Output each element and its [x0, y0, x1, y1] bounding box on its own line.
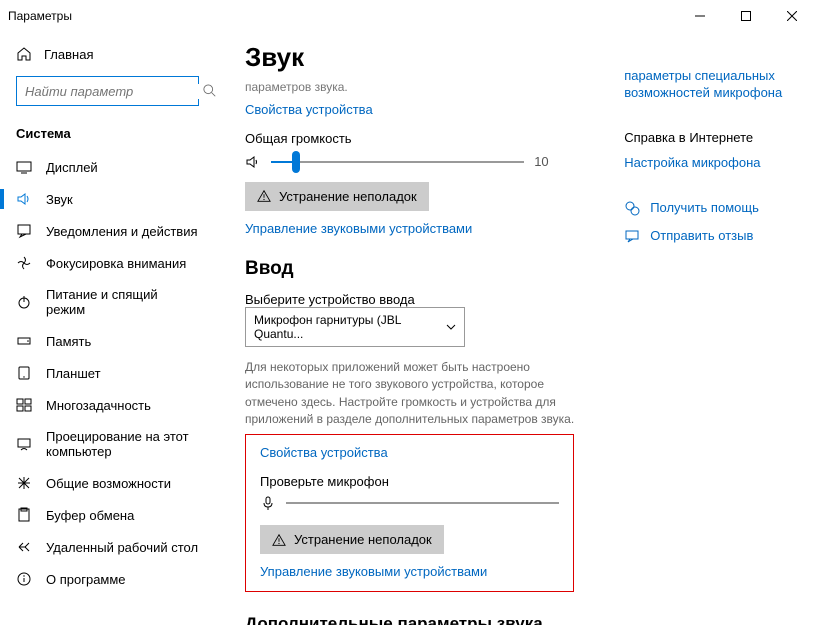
home-button[interactable]: Главная: [0, 40, 215, 68]
warning-icon: [272, 533, 286, 547]
maximize-button[interactable]: [723, 0, 769, 32]
sidebar-item-label: Проецирование на этот компьютер: [46, 429, 199, 459]
projection-icon: [16, 436, 32, 452]
main-content: Звук параметров звука. Свойства устройст…: [245, 42, 574, 605]
sidebar-item-label: Дисплей: [46, 160, 98, 175]
sidebar-item-label: Планшет: [46, 366, 101, 381]
test-mic-label: Проверьте микрофон: [260, 474, 559, 489]
sidebar-item-clipboard[interactable]: Буфер обмена: [0, 499, 215, 531]
advanced-heading: Дополнительные параметры звука: [245, 614, 574, 625]
sidebar-item-projection[interactable]: Проецирование на этот компьютер: [0, 421, 215, 467]
sidebar: Главная Система Дисплей Звук Уведомления…: [0, 32, 215, 625]
highlighted-section: Свойства устройства Проверьте микрофон У…: [245, 434, 574, 592]
help-icon: [624, 200, 640, 216]
sidebar-item-display[interactable]: Дисплей: [0, 151, 215, 183]
chevron-down-icon: [446, 322, 456, 332]
about-icon: [16, 571, 32, 587]
remote-icon: [16, 539, 32, 555]
volume-label: Общая громкость: [245, 131, 574, 146]
minimize-button[interactable]: [677, 0, 723, 32]
sidebar-item-multitask[interactable]: Многозадачность: [0, 389, 215, 421]
tablet-icon: [16, 365, 32, 381]
volume-slider[interactable]: [271, 161, 524, 163]
input-description: Для некоторых приложений может быть наст…: [245, 359, 574, 429]
home-label: Главная: [44, 47, 93, 62]
focus-icon: [16, 255, 32, 271]
speaker-icon[interactable]: [245, 154, 261, 170]
accessibility-link[interactable]: параметры специальных возможностей микро…: [624, 68, 793, 102]
device-properties-link[interactable]: Свойства устройства: [245, 102, 574, 117]
feedback-link[interactable]: Отправить отзыв: [624, 228, 793, 244]
multitask-icon: [16, 397, 32, 413]
help-heading: Справка в Интернете: [624, 130, 793, 145]
sidebar-item-label: Буфер обмена: [46, 508, 134, 523]
button-label: Устранение неполадок: [279, 189, 417, 204]
sidebar-item-label: О программе: [46, 572, 126, 587]
sidebar-item-tablet[interactable]: Планшет: [0, 357, 215, 389]
input-troubleshoot-button[interactable]: Устранение неполадок: [260, 525, 444, 554]
sidebar-item-label: Звук: [46, 192, 73, 207]
input-device-properties-link[interactable]: Свойства устройства: [260, 445, 559, 460]
close-button[interactable]: [769, 0, 815, 32]
sidebar-item-label: Уведомления и действия: [46, 224, 198, 239]
sidebar-item-sound[interactable]: Звук: [0, 183, 215, 215]
home-icon: [16, 46, 32, 62]
choose-input-label: Выберите устройство ввода: [245, 292, 574, 307]
microphone-icon: [260, 495, 276, 511]
mic-level-row: [260, 495, 559, 511]
sidebar-item-power[interactable]: Питание и спящий режим: [0, 279, 215, 325]
mic-level-bar: [286, 502, 559, 504]
right-rail: параметры специальных возможностей микро…: [624, 42, 793, 605]
power-icon: [16, 294, 32, 310]
volume-row: 10: [245, 154, 574, 170]
get-help-link[interactable]: Получить помощь: [624, 200, 793, 216]
sidebar-item-remote[interactable]: Удаленный рабочий стол: [0, 531, 215, 563]
sidebar-item-storage[interactable]: Память: [0, 325, 215, 357]
volume-value: 10: [534, 154, 574, 169]
output-troubleshoot-button[interactable]: Устранение неполадок: [245, 182, 429, 211]
button-label: Устранение неполадок: [294, 532, 432, 547]
titlebar: Параметры: [0, 0, 823, 32]
sidebar-item-label: Многозадачность: [46, 398, 151, 413]
feedback-icon: [624, 228, 640, 244]
page-title: Звук: [245, 42, 574, 73]
sidebar-item-notifications[interactable]: Уведомления и действия: [0, 215, 215, 247]
sidebar-item-shared[interactable]: Общие возможности: [0, 467, 215, 499]
mic-setup-link[interactable]: Настройка микрофона: [624, 155, 793, 170]
manage-output-link[interactable]: Управление звуковыми устройствами: [245, 221, 574, 236]
truncated-text: параметров звука.: [245, 79, 574, 96]
selected-value: Микрофон гарнитуры (JBL Quantu...: [254, 313, 446, 341]
notifications-icon: [16, 223, 32, 239]
search-input[interactable]: [16, 76, 199, 106]
display-icon: [16, 159, 32, 175]
sidebar-item-about[interactable]: О программе: [0, 563, 215, 595]
manage-input-link[interactable]: Управление звуковыми устройствами: [260, 564, 559, 579]
sidebar-item-label: Память: [46, 334, 91, 349]
sidebar-item-label: Общие возможности: [46, 476, 171, 491]
search-field[interactable]: [25, 84, 203, 99]
clipboard-icon: [16, 507, 32, 523]
storage-icon: [16, 333, 32, 349]
sidebar-item-label: Питание и спящий режим: [46, 287, 199, 317]
shared-icon: [16, 475, 32, 491]
input-device-select[interactable]: Микрофон гарнитуры (JBL Quantu...: [245, 307, 465, 347]
window-title: Параметры: [8, 9, 677, 23]
warning-icon: [257, 189, 271, 203]
input-heading: Ввод: [245, 258, 574, 280]
category-heading: Система: [0, 120, 215, 151]
sound-icon: [16, 191, 32, 207]
sidebar-item-label: Удаленный рабочий стол: [46, 540, 198, 555]
sidebar-item-focus[interactable]: Фокусировка внимания: [0, 247, 215, 279]
sidebar-item-label: Фокусировка внимания: [46, 256, 186, 271]
